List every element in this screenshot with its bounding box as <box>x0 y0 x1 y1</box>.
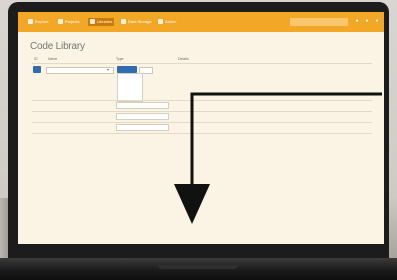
arrow-down-icon <box>174 184 210 224</box>
arrow-line <box>190 92 382 186</box>
annotation-arrow <box>174 92 382 224</box>
